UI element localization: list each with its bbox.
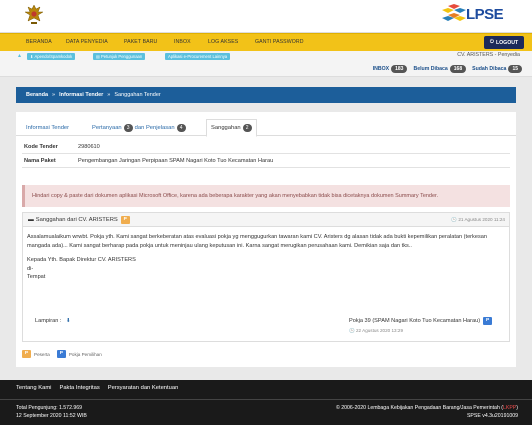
caret-icon: ▴ <box>18 53 22 59</box>
lpse-cube-icon <box>442 4 466 21</box>
footer-link-tentang[interactable]: Tentang Kami <box>16 385 51 391</box>
footer-datetime: 12 September 2020 11:52 WIB <box>16 413 87 419</box>
peserta-badge: P <box>120 215 130 224</box>
nav-ganti-password[interactable]: GANTI PASSWORD <box>255 39 304 45</box>
nav-paket-baru[interactable]: PAKET BARU <box>124 39 157 45</box>
inbox-counters: INBOX 183 Belum Dibaca 168 Sudah Dibaca 15 <box>373 65 522 73</box>
comment-icon: ▬ <box>28 216 34 223</box>
breadcrumb-info[interactable]: Informasi Tender <box>59 92 103 98</box>
pokja-badge: P <box>483 317 493 325</box>
sanggahan-message: ▬ Sanggahan dari CV. ARISTERS P 🕓 21 Agu… <box>22 212 510 342</box>
unread-link[interactable]: Belum Dibaca 168 <box>413 65 467 73</box>
message-header: ▬ Sanggahan dari CV. ARISTERS P 🕓 21 Agu… <box>23 213 509 227</box>
nav-beranda[interactable]: BERANDA <box>26 39 52 45</box>
message-title: Sanggahan dari CV. ARISTERS <box>35 216 118 223</box>
read-link[interactable]: Sudah Dibaca 15 <box>472 65 522 73</box>
tab-pertanyaan[interactable]: Pertanyaan 3 dan Penjelasan 4 <box>88 120 190 136</box>
book-icon: ▤ <box>96 54 100 59</box>
aplikasi-lainnya-button[interactable]: Aplikasi e-Procurement Lainnya <box>165 53 231 60</box>
breadcrumb-home[interactable]: Beranda <box>26 92 48 98</box>
nav-log-akses[interactable]: LOG AKSES <box>208 39 238 45</box>
reply-from: Pokja 39 (SPAM Nagari Koto Tuo Kecamatan… <box>349 318 481 324</box>
nav-inbox[interactable]: INBOX <box>174 39 191 45</box>
reply-info: Pokja 39 (SPAM Nagari Koto Tuo Kecamatan… <box>349 317 507 334</box>
message-body: Assalamualaikum wrwbt. Pokja yth. Kami s… <box>23 227 509 282</box>
nama-paket-row: Nama Paket Pengembangan Jaringan Perpipa… <box>22 154 510 168</box>
footer-link-persyaratan[interactable]: Persyaratan dan Ketentuan <box>108 385 179 391</box>
garuda-emblem-icon <box>24 4 44 24</box>
footer-link-pakta[interactable]: Pakta Integritas <box>59 385 99 391</box>
visitor-count: Total Pengunjung: 1.572.969 <box>16 405 83 411</box>
warning-alert: Hindari copy & paste dari dokumen aplika… <box>22 185 510 207</box>
message-to-2: di- <box>27 265 34 272</box>
download-icon: ⬇ <box>30 54 34 59</box>
inbox-link[interactable]: INBOX 183 <box>373 65 408 73</box>
lpse-logo: LPSE <box>442 4 504 26</box>
tab-bar: Informasi Tender Pertanyaan 3 dan Penjel… <box>16 116 516 137</box>
power-icon: ⏻ <box>489 39 494 45</box>
badge-legend: P Peserta P Pokja Pemilihan <box>22 350 102 358</box>
sub-toolbar: ▴ ⬇ Apendo/Spamkodok ▤ Petunjuk Penggunaan… <box>0 51 532 77</box>
lpse-logo-text: LPSE <box>466 6 504 23</box>
message-to-1: Kepada Yth. Bapak Direktur CV. ARISTERS <box>27 257 136 263</box>
kode-tender-value: 2980610 <box>78 143 100 150</box>
attachment-row: Lampiran : ⬇ <box>35 318 71 324</box>
nama-paket-value: Pengembangan Jaringan Perpipaan SPAM Nag… <box>78 157 274 164</box>
logout-label: LOGOUT <box>495 39 519 46</box>
attachment-download-icon[interactable]: ⬇ <box>66 318 71 324</box>
nav-data-penyedia[interactable]: DATA PENYEDIA <box>66 39 108 45</box>
lkpp-link[interactable]: LKPP <box>503 405 516 411</box>
kode-tender-row: Kode Tender 2980610 <box>22 140 510 154</box>
reply-date: 🕓 22 Agustus 2020 13:29 <box>349 328 403 333</box>
site-footer: Tentang Kami Pakta Integritas Persyarata… <box>0 380 532 425</box>
tab-sanggahan[interactable]: Sanggahan 2 <box>206 119 257 137</box>
message-date: 🕓 21 Agustus 2020 11:24 <box>451 216 505 222</box>
petunjuk-button[interactable]: ▤ Petunjuk Penggunaan <box>93 53 146 60</box>
main-panel: Informasi Tender Pertanyaan 3 dan Penjel… <box>16 112 516 367</box>
site-header: LPSE <box>0 0 532 33</box>
footer-copyright: © 2006-2020 Lembaga Kebijakan Pengadaan … <box>335 405 518 419</box>
footer-divider <box>0 399 532 400</box>
footer-stats: Total Pengunjung: 1.572.969 12 September… <box>16 404 87 420</box>
logout-button[interactable]: ⏻ LOGOUT <box>484 36 524 49</box>
message-to-3: Tempat <box>27 274 46 280</box>
main-navbar: BERANDA DATA PENYEDIA PAKET BARU INBOX L… <box>0 33 532 51</box>
tab-informasi-tender[interactable]: Informasi Tender <box>22 120 73 136</box>
spse-version: SPSE v4.3u20191009 <box>466 413 518 419</box>
tender-info-table: Kode Tender 2980610 Nama Paket Pengemban… <box>22 140 510 168</box>
breadcrumb-current: Sanggahan Tender <box>114 92 161 98</box>
breadcrumb: Beranda » Informasi Tender » Sanggahan T… <box>16 87 516 103</box>
apendo-button[interactable]: ⬇ Apendo/Spamkodok <box>27 53 76 60</box>
vendor-name: CV. ARISTERS - Penyedia <box>457 52 520 58</box>
message-text: Assalamualaikum wrwbt. Pokja yth. Kami s… <box>27 234 487 249</box>
footer-links: Tentang Kami Pakta Integritas Persyarata… <box>16 385 178 391</box>
